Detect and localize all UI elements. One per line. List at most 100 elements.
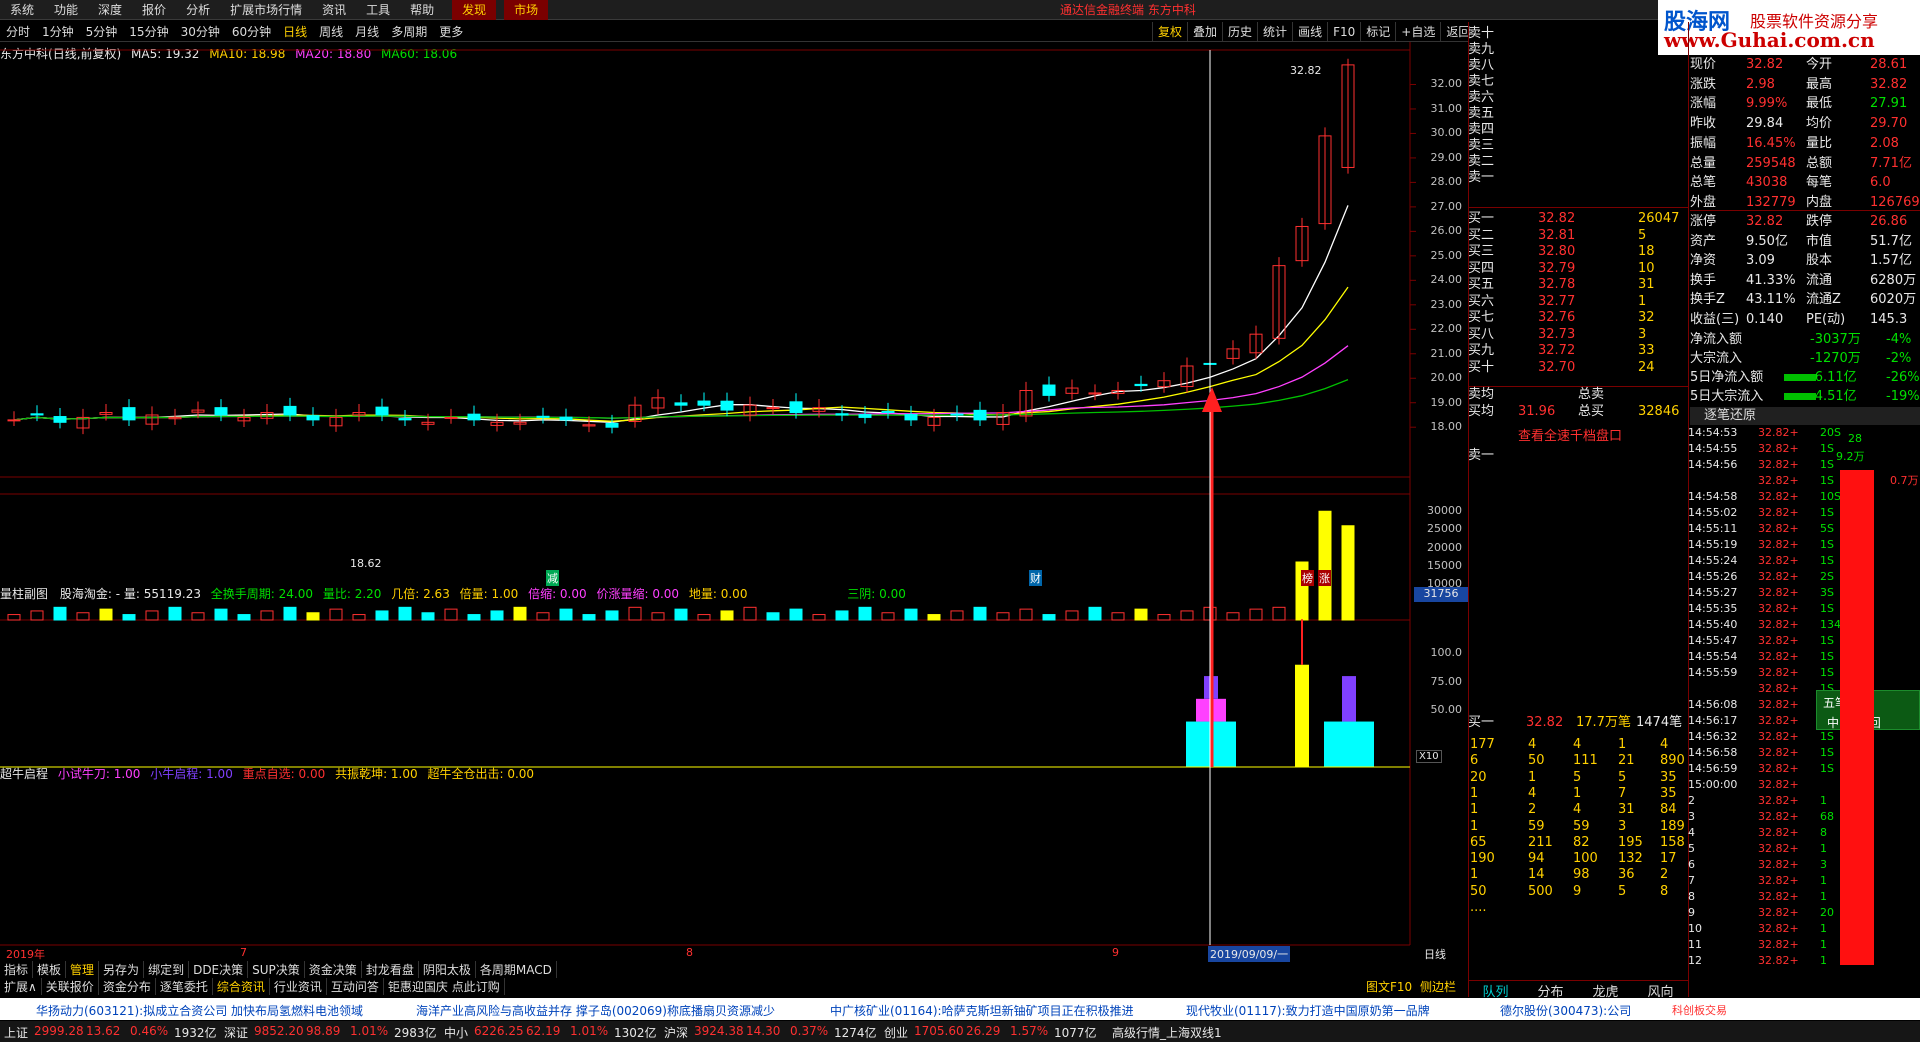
- event-rise[interactable]: 涨: [1318, 570, 1331, 586]
- extension-tab[interactable]: 综合资讯: [213, 977, 270, 995]
- orderbook-tab[interactable]: 队列: [1482, 981, 1508, 1000]
- tab-weekly[interactable]: 周线: [313, 23, 349, 40]
- news-item[interactable]: 华扬动力(603121):拟成立合资公司 加快布局氢燃料电池领域: [36, 1002, 363, 1019]
- quote-value: 145.3: [1870, 311, 1908, 327]
- menu-discover[interactable]: 发现: [452, 0, 497, 20]
- tick-cell: 14:56:58: [1688, 746, 1738, 759]
- tab-30min[interactable]: 30分钟: [175, 23, 226, 40]
- tick-cell: 3: [1820, 858, 1827, 871]
- tick-cell: 68: [1820, 810, 1834, 823]
- indicator-tab[interactable]: 模板: [33, 960, 67, 978]
- mark-button[interactable]: 标记: [1360, 22, 1395, 42]
- news-item[interactable]: 中广核矿业(01164):哈萨克斯坦新铀矿项目正在积极推进: [830, 1002, 1134, 1019]
- queue-cell: 98: [1573, 867, 1590, 883]
- f10-link[interactable]: 图文F10: [1366, 980, 1412, 994]
- indicator-tab[interactable]: 各周期MACD: [476, 960, 557, 978]
- menu-tools[interactable]: 工具: [356, 0, 400, 20]
- indicator-tab[interactable]: 阴阳太极: [419, 960, 476, 978]
- extension-tab[interactable]: 互动问答: [327, 977, 384, 995]
- tab-daily[interactable]: 日线: [277, 23, 313, 40]
- tick-row: 14:56:58 32.82+ 1S: [1688, 745, 1920, 761]
- tick-cell: 14:55:11: [1688, 522, 1738, 535]
- tick-cell: 32.82+: [1758, 666, 1799, 679]
- tick-row: 14:56:59 32.82+ 1S: [1688, 761, 1920, 777]
- kline-chart[interactable]: [0, 42, 1468, 962]
- extension-tab[interactable]: 资金分布: [99, 977, 156, 995]
- menu-news[interactable]: 资讯: [312, 0, 356, 20]
- stats-button[interactable]: 统计: [1257, 22, 1292, 42]
- tick-cell: 14:55:35: [1688, 602, 1738, 615]
- index-cell[interactable]: 创业: [884, 1024, 908, 1041]
- menu-function[interactable]: 功能: [44, 0, 88, 20]
- buy-volume: 24: [1638, 359, 1655, 375]
- indicator-tab[interactable]: 管理: [66, 960, 100, 978]
- event-list[interactable]: 榜: [1301, 570, 1314, 586]
- extension-tab[interactable]: 关联报价: [42, 977, 99, 995]
- menu-quote[interactable]: 报价: [132, 0, 176, 20]
- extension-tab[interactable]: 钜惠迎国庆 点此订购: [384, 977, 505, 995]
- tab-more[interactable]: 更多: [433, 23, 469, 40]
- quote-row: 振幅 16.45% 量比 2.08: [1690, 134, 1920, 153]
- tab-multi-period[interactable]: 多周期: [385, 23, 433, 40]
- divider: [1468, 207, 1688, 208]
- index-cell: 2983亿: [394, 1026, 437, 1040]
- indicator-tab[interactable]: 指标: [0, 960, 34, 978]
- period-label: 日线: [1424, 948, 1446, 961]
- tab-1min[interactable]: 1分钟: [36, 23, 80, 40]
- orderbook-tab[interactable]: 分布: [1537, 981, 1563, 1000]
- tick-cell: 14:54:58: [1688, 490, 1738, 503]
- extension-tab[interactable]: 行业资讯: [270, 977, 327, 995]
- indicator-tab[interactable]: 封龙看盘: [362, 960, 419, 978]
- index-cell[interactable]: 沪深: [664, 1024, 688, 1041]
- menu-depth[interactable]: 深度: [88, 0, 132, 20]
- volume-tick: 30000: [1427, 504, 1462, 518]
- orderbook-tab[interactable]: 龙虎: [1592, 981, 1618, 1000]
- add-favorite-button[interactable]: +自选: [1395, 22, 1440, 42]
- news-item[interactable]: 德尔股份(300473):公司: [1500, 1002, 1631, 1019]
- history-button[interactable]: 历史: [1222, 22, 1257, 42]
- flow-row: 净流入额 -3037万 -4%: [1690, 330, 1920, 349]
- tab-timeshare[interactable]: 分时: [0, 23, 36, 40]
- event-finance[interactable]: 财: [1029, 570, 1042, 586]
- draw-button[interactable]: 画线: [1292, 22, 1327, 42]
- index-cell: 6226.25: [474, 1024, 524, 1038]
- menu-analysis[interactable]: 分析: [176, 0, 220, 20]
- queue-cell: 189: [1660, 818, 1685, 834]
- news-item[interactable]: 现代牧业(01117):致力打造中国原奶第一品牌: [1186, 1002, 1430, 1019]
- orderbook-tab[interactable]: 风向: [1647, 981, 1673, 1000]
- indicator-tab[interactable]: 资金决策: [305, 960, 362, 978]
- tick-row: 14:55:24 32.82+ 1S: [1688, 553, 1920, 569]
- indicator-tab[interactable]: DDE决策: [189, 960, 249, 978]
- overlay-button[interactable]: 叠加: [1187, 22, 1222, 42]
- queue-cell: 59: [1573, 818, 1590, 834]
- volume-bar: [1341, 525, 1355, 621]
- sidebar-link[interactable]: 侧边栏: [1420, 980, 1456, 994]
- tab-monthly[interactable]: 月线: [349, 23, 385, 40]
- volume-tick: 15000: [1427, 558, 1462, 572]
- index-cell[interactable]: 上证: [4, 1024, 28, 1041]
- adjust-button[interactable]: 复权: [1152, 22, 1187, 42]
- menu-extended-market[interactable]: 扩展市场行情: [220, 0, 312, 20]
- bar-label: 28: [1848, 432, 1862, 445]
- flow-value: -6.11亿: [1810, 370, 1857, 385]
- news-item[interactable]: 海洋产业高风险与高收益并存 撑子岛(002069)称底播扇贝资源减少: [416, 1002, 775, 1019]
- f10-button[interactable]: F10: [1327, 22, 1360, 42]
- event-reduce[interactable]: 减: [546, 570, 559, 586]
- index-cell[interactable]: 深证: [224, 1024, 248, 1041]
- menu-system[interactable]: 系统: [0, 0, 44, 20]
- tab-60min[interactable]: 60分钟: [226, 23, 277, 40]
- quote-value: 3.09: [1746, 253, 1775, 268]
- extension-tab[interactable]: 逐笔委托: [156, 977, 213, 995]
- indicator-tab[interactable]: 绑定到: [144, 960, 190, 978]
- bull-tick: 75.00: [1430, 674, 1463, 688]
- tab-5min[interactable]: 5分钟: [80, 23, 124, 40]
- indicator-tab[interactable]: 另存为: [99, 960, 145, 978]
- menu-market[interactable]: 市场: [504, 0, 549, 20]
- extension-tab[interactable]: 扩展∧: [0, 977, 42, 995]
- volume-bar: [835, 610, 849, 621]
- tab-15min[interactable]: 15分钟: [123, 23, 174, 40]
- index-cell[interactable]: 中小: [444, 1024, 468, 1041]
- full-depth-link[interactable]: 查看全速千档盘口: [1518, 425, 1622, 444]
- indicator-tab[interactable]: SUP决策: [248, 960, 305, 978]
- menu-help[interactable]: 帮助: [400, 0, 444, 20]
